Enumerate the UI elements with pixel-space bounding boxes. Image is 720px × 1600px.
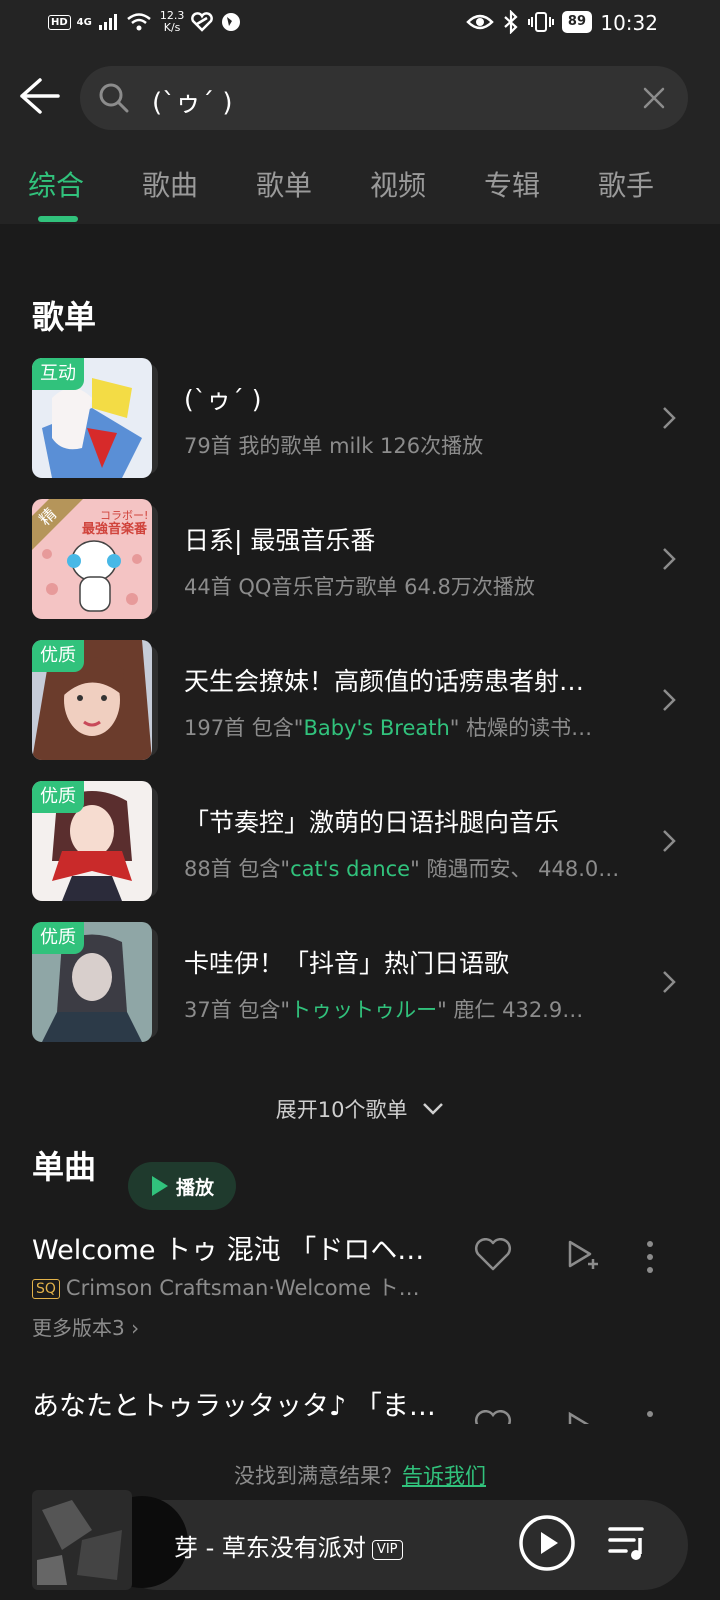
playlist-title: 卡哇伊！「抖音」热门日语歌 xyxy=(184,949,510,978)
tab-songs[interactable]: 歌曲 xyxy=(142,164,198,204)
tab-bar: 综合 歌曲 歌单 视频 专辑 歌手 xyxy=(0,156,720,220)
playlist-cover: コラボー! 最強音楽番 精 xyxy=(32,499,152,619)
playlist-item[interactable]: コラボー! 最強音楽番 精 日系| 最强音乐番 44首 QQ音乐官方歌单 64.… xyxy=(0,499,720,623)
clock: 10:32 xyxy=(600,11,658,35)
tab-videos[interactable]: 视频 xyxy=(370,164,426,204)
chevron-down-icon xyxy=(423,1103,444,1115)
more-options-icon[interactable] xyxy=(646,1240,654,1274)
play-icon xyxy=(152,1176,168,1196)
feedback-text: 没找到满意结果？ xyxy=(234,1464,402,1488)
network-speed: 12.3 K/s xyxy=(159,9,185,34)
back-arrow-icon[interactable] xyxy=(18,76,62,116)
expand-label: 展开10个歌单 xyxy=(275,1098,408,1122)
chevron-right-icon xyxy=(663,407,676,429)
playlist-subtitle: 79首 我的歌单 milk 126次播放 xyxy=(184,434,484,458)
search-query[interactable]: (`ゥ´ ) xyxy=(152,82,233,119)
feedback-link[interactable]: 告诉我们 xyxy=(402,1464,486,1488)
playlist-title: (`ゥ´ ) xyxy=(184,385,262,414)
heart-icon[interactable] xyxy=(474,1238,512,1272)
playlist-subtitle: 197首 包含"Baby's Breath" 枯燥的读书… xyxy=(184,716,593,740)
network-type: 4G xyxy=(76,16,92,28)
clear-icon[interactable] xyxy=(642,86,666,110)
tab-albums[interactable]: 专辑 xyxy=(484,164,540,204)
tab-artists[interactable]: 歌手 xyxy=(598,164,654,204)
bluetooth-icon xyxy=(504,10,518,34)
play-all-label: 播放 xyxy=(176,1177,215,1199)
add-to-playlist-icon[interactable] xyxy=(566,1238,600,1274)
song-item[interactable]: Welcome トゥ 混沌 「ドロヘド… SQ Crimson Craftsman… xyxy=(0,1228,720,1341)
chevron-right-icon xyxy=(663,971,676,993)
vip-badge: VIP xyxy=(371,1540,403,1560)
heart-icon[interactable] xyxy=(474,1410,512,1424)
add-to-playlist-icon[interactable] xyxy=(566,1410,600,1424)
wifi-icon xyxy=(127,13,151,31)
status-bar: HD 4G 12.3 K/s 89 10:32 xyxy=(0,0,720,48)
svg-text:コラボー!: コラボー! xyxy=(100,509,148,522)
song-artist: SQ Crimson Craftsman·Welcome ト… xyxy=(32,1272,444,1302)
quality-badge: 优质 xyxy=(32,922,84,954)
playlist-item[interactable]: 优质 天生会撩妹！高颜值的话痨患者射… 197首 包含"Baby's Breat… xyxy=(0,640,720,764)
song-title: あなたとトゥラッタッタ♪ 「ま… xyxy=(32,1391,436,1422)
play-all-button[interactable]: 播放 xyxy=(128,1162,236,1210)
globe-icon xyxy=(222,13,241,31)
quality-badge: 优质 xyxy=(32,781,84,813)
playlist-title: 天生会撩妹！高颜值的话痨患者射… xyxy=(184,667,585,696)
play-button-icon[interactable] xyxy=(518,1514,576,1572)
playlist-item[interactable]: 互动 (`ゥ´ ) 79首 我的歌单 milk 126次播放 xyxy=(0,358,720,482)
vibrate-icon xyxy=(527,12,554,32)
song-title: Welcome トゥ 混沌 「ドロヘド… xyxy=(32,1235,444,1266)
now-playing-title: 芽 - 草东没有派对 VIP xyxy=(174,1528,403,1563)
chevron-right-icon xyxy=(663,830,676,852)
playlist-title: 日系| 最强音乐番 xyxy=(184,526,376,555)
now-playing-cover xyxy=(32,1490,132,1590)
playlist-item[interactable]: 优质 「节奏控」激萌的日语抖腿向音乐 88首 包含"cat's dance" 随… xyxy=(0,781,720,905)
svg-text:最強音楽番: 最強音楽番 xyxy=(82,521,148,537)
sq-badge: SQ xyxy=(32,1279,60,1299)
mini-player[interactable]: 芽 - 草东没有派对 VIP xyxy=(32,1490,688,1596)
battery-level: 89 xyxy=(561,11,592,33)
heart-link-icon xyxy=(191,12,214,32)
feedback-prompt: 没找到满意结果？告诉我们 xyxy=(0,1460,720,1490)
hd-indicator: HD xyxy=(48,14,71,30)
chevron-right-icon xyxy=(663,548,676,570)
playlist-subtitle: 44首 QQ音乐官方歌单 64.8万次播放 xyxy=(184,575,535,599)
tab-indicator xyxy=(38,216,78,222)
tab-playlists[interactable]: 歌单 xyxy=(256,164,312,204)
playlist-queue-icon[interactable] xyxy=(608,1524,650,1562)
playlists-section-title: 歌单 xyxy=(32,298,97,336)
signal-icon xyxy=(98,14,117,30)
quality-badge: 优质 xyxy=(32,640,84,672)
header: HD 4G 12.3 K/s 89 10:32 (`ゥ´) 综合 歌曲 歌单 … xyxy=(0,0,720,224)
search-icon xyxy=(99,83,129,113)
songs-section-title: 单曲 xyxy=(32,1148,97,1186)
expand-playlists-button[interactable]: 展开10个歌单 xyxy=(0,1094,720,1124)
playlist-subtitle: 37首 包含"トゥットゥルー" 鹿仁 432.9… xyxy=(184,998,584,1022)
playlist-subtitle: 88首 包含"cat's dance" 随遇而安、 448.0… xyxy=(184,857,620,881)
interactive-badge: 互动 xyxy=(32,358,84,390)
chevron-right-icon xyxy=(663,689,676,711)
tab-all[interactable]: 综合 xyxy=(28,164,84,204)
eye-icon xyxy=(466,14,494,30)
more-versions-link[interactable]: 更多版本3 › xyxy=(32,1312,139,1341)
more-options-icon[interactable] xyxy=(646,1410,654,1424)
playlist-title: 「节奏控」激萌的日语抖腿向音乐 xyxy=(184,808,560,837)
search-input[interactable]: (`ゥ´ ) xyxy=(80,66,688,130)
song-item[interactable]: あなたとトゥラッタッタ♪ 「ま… xyxy=(0,1384,720,1424)
playlist-item[interactable]: 优质 卡哇伊！「抖音」热门日语歌 37首 包含"トゥットゥルー" 鹿仁 432.… xyxy=(0,922,720,1046)
